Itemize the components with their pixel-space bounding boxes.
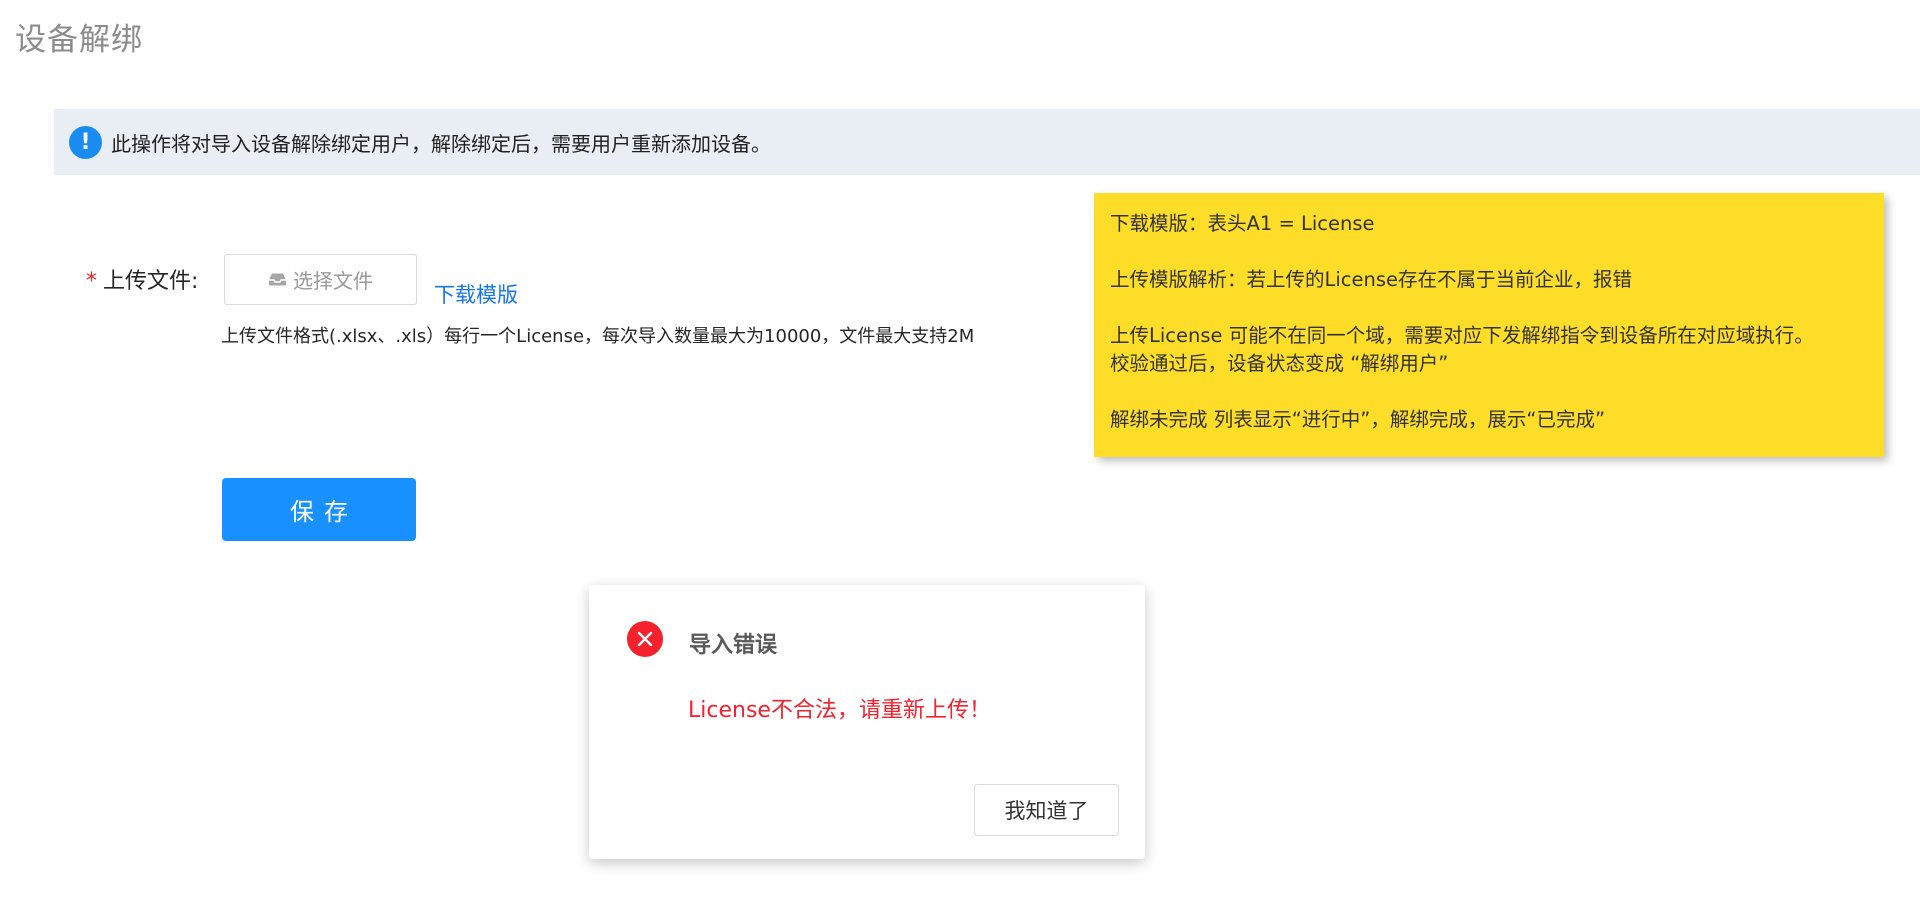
info-circle-icon: ! bbox=[69, 125, 102, 159]
note-line: 上传模版解析：若上传的License存在不属于当前企业，报错 bbox=[1110, 268, 1633, 291]
error-circle-icon bbox=[627, 621, 663, 657]
page-title: 设备解绑 bbox=[15, 22, 143, 58]
note-line: 解绑未完成 列表显示“进行中”，解绑完成，展示“已完成” bbox=[1110, 408, 1606, 431]
download-template-link[interactable]: 下载模版 bbox=[434, 279, 518, 309]
note-line: 下载模版：表头A1 = License bbox=[1110, 212, 1375, 235]
upload-file-label: * 上传文件: bbox=[86, 263, 198, 295]
note-line: 上传License 可能不在同一个域，需要对应下发解绑指令到设备所在对应域执行。 bbox=[1110, 324, 1814, 347]
modal-message: License不合法，请重新上传！ bbox=[688, 698, 991, 723]
select-file-button[interactable]: 选择文件 bbox=[224, 254, 417, 305]
sticky-note: 下载模版：表头A1 = License 上传模版解析：若上传的License存在… bbox=[1094, 193, 1884, 457]
upload-hint: 上传文件格式(.xlsx、.xls）每行一个License，每次导入数量最大为1… bbox=[221, 326, 975, 347]
acknowledge-button[interactable]: 我知道了 bbox=[974, 784, 1119, 836]
info-banner-text: 此操作将对导入设备解除绑定用户，解除绑定后，需要用户重新添加设备。 bbox=[111, 131, 771, 156]
required-mark: * bbox=[86, 269, 97, 294]
select-file-label: 选择文件 bbox=[293, 269, 373, 293]
modal-title: 导入错误 bbox=[689, 633, 778, 658]
info-banner: ! 此操作将对导入设备解除绑定用户，解除绑定后，需要用户重新添加设备。 bbox=[54, 109, 1920, 175]
inbox-icon bbox=[269, 273, 286, 286]
note-line: 校验通过后，设备状态变成 “解绑用户” bbox=[1110, 352, 1449, 375]
upload-label-text: 上传文件: bbox=[103, 269, 199, 294]
save-button[interactable]: 保存 bbox=[222, 478, 416, 541]
error-modal: 导入错误 License不合法，请重新上传！ 我知道了 bbox=[589, 585, 1145, 859]
page: 设备解绑 ! 此操作将对导入设备解除绑定用户，解除绑定后，需要用户重新添加设备。… bbox=[0, 0, 1920, 914]
